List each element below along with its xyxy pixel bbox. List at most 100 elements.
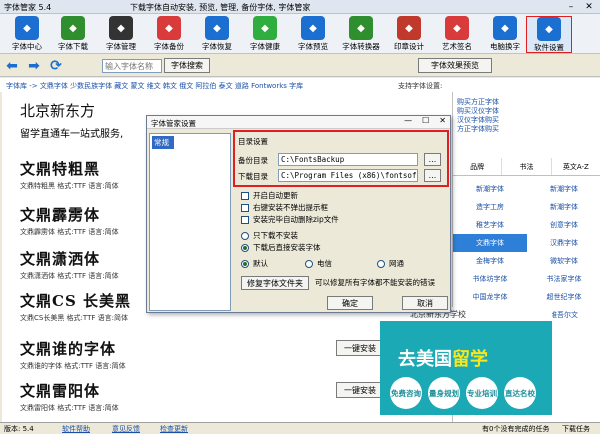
font-list-item[interactable]: 文鼎霹雳体 文鼎霹雳体 格式:TTF 语言:简体 (20, 204, 150, 237)
minimize-icon[interactable]: – (562, 0, 580, 13)
dialog-maximize-icon[interactable]: ☐ (422, 116, 429, 125)
brand-link[interactable]: 汉鼎字体 (527, 234, 600, 252)
brand-grid-row: 中国龙字体 超世纪字体 (453, 288, 600, 306)
category-tab[interactable]: 英文A-Z (552, 158, 600, 175)
radio-net-telecom[interactable]: 电信 (305, 258, 332, 269)
brand-link[interactable]: 超世纪字体 (527, 288, 600, 306)
fix-font-folder-button[interactable]: 修复字体文件夹 (241, 276, 309, 290)
category-general[interactable]: 常规 (152, 136, 174, 149)
brand-link[interactable]: 书法家字体 (527, 270, 600, 288)
toolbar-signature-button[interactable]: ◆ 艺术签名 (434, 16, 480, 53)
toolbar-seal-button[interactable]: ◆ 印章设计 (386, 16, 432, 53)
backup-dir-label: 备份目录 (238, 156, 268, 165)
font-list-item[interactable]: 文鼎雷阳体 文鼎雷阳体 格式:TTF 语言:简体 (20, 380, 150, 413)
banner-circle: 专业培训 (466, 377, 498, 409)
option-delete-zip[interactable]: 安装完毕自动删除zip文件 (241, 214, 339, 225)
feedback-link[interactable]: 意见反馈 (112, 424, 140, 434)
auto-update-checkbox[interactable] (241, 191, 249, 200)
toolbar-label: 字体管理 (106, 42, 136, 51)
download-tasks-button[interactable]: 下载任务 (562, 424, 590, 434)
preview-effect-button[interactable]: 字体效果预览 (418, 58, 492, 73)
brand-link[interactable]: 文鼎字体 (453, 234, 527, 252)
purchase-link[interactable]: 购买方正字体 (457, 98, 499, 107)
toolbar-preview-button[interactable]: ◆ 字体预览 (290, 16, 336, 53)
brand-link[interactable]: 中国龙字体 (453, 288, 527, 306)
radio-download-only[interactable]: 只下载不安装 (241, 230, 298, 241)
brand-link[interactable]: 微软字体 (527, 252, 600, 270)
brand-link[interactable]: 新潮字体 (453, 180, 527, 198)
toolbar-home-button[interactable]: ◆ 字体中心 (4, 16, 50, 53)
radio-net-default[interactable]: 默认 (241, 258, 268, 269)
font-sample: 文鼎谁的字体 (20, 340, 117, 358)
toolbar-font-manage-button[interactable]: ◆ 字体管理 (98, 16, 144, 53)
restore-icon: ◆ (205, 16, 229, 40)
brand-link[interactable]: 造字工房 (453, 198, 527, 216)
cancel-button[interactable]: 取消 (402, 296, 448, 310)
toolbar-restore-button[interactable]: ◆ 字体恢复 (194, 16, 240, 53)
back-arrow-icon[interactable]: ⬅ (4, 58, 20, 74)
brand-grid-row: 造字工房 新潮字体 (453, 198, 600, 216)
backup-browse-button[interactable]: ... (424, 153, 441, 166)
toolbar-convert-button[interactable]: ◆ 字体转换器 (338, 16, 384, 53)
font-list-item[interactable]: 文鼎谁的字体 文鼎谁的字体 格式:TTF 语言:简体 (20, 338, 150, 371)
gear-icon: ◆ (537, 17, 561, 41)
category-tab[interactable]: 品牌 (453, 158, 503, 175)
net-default-radio[interactable] (241, 259, 249, 268)
toolbar-label: 字体恢复 (202, 42, 232, 51)
brand-link[interactable]: 书体坊字体 (453, 270, 527, 288)
download-browse-button[interactable]: ... (424, 169, 441, 182)
search-input[interactable] (102, 59, 162, 73)
option-no-prompt[interactable]: 右键安装不弹出提示框 (241, 202, 328, 213)
option-auto-update[interactable]: 开启自动更新 (241, 190, 298, 201)
download-dir-field[interactable]: C:\Program Files (x86)\fontsoft\d (278, 169, 418, 182)
toolbar-label: 印章设计 (394, 42, 424, 51)
forward-arrow-icon[interactable]: ➡ (26, 58, 42, 74)
study-abroad-banner[interactable]: 北京新东方学校 去美国留学 免费咨询 量身规划 专业培训 直达名校 (380, 307, 552, 415)
signature-icon: ◆ (445, 16, 469, 40)
banner-headline: 去美国留学 (398, 345, 488, 371)
ad-block[interactable]: 北京新东方 留学直通车一站式服务, (20, 100, 123, 140)
net-telecom-radio[interactable] (305, 259, 313, 268)
refresh-icon[interactable]: ⟳ (48, 58, 64, 74)
install-button[interactable]: 一键安装 (336, 340, 384, 356)
download-install-radio[interactable] (241, 243, 249, 252)
brand-link[interactable]: 金梅字体 (453, 252, 527, 270)
help-link[interactable]: 软件帮助 (62, 424, 90, 434)
font-list-item[interactable]: 文鼎潇洒体 文鼎潇洒体 格式:TTF 语言:简体 (20, 248, 150, 281)
purchase-link[interactable]: 购买汉仪字体 (457, 107, 499, 116)
radio-download-install[interactable]: 下载后直接安装字体 (241, 242, 321, 253)
ad-subtitle: 留学直通车一站式服务, (20, 129, 124, 140)
font-list-item[interactable]: 文鼎CS 长美黑 文鼎CS长美黑 格式:TTF 语言:简体 (20, 290, 150, 323)
font-list-item[interactable]: 文鼎特粗黑 文鼎特粗黑 格式:TTF 语言:简体 (20, 158, 150, 191)
toolbar-download-button[interactable]: ◆ 字体下载 (50, 16, 96, 53)
check-update-link[interactable]: 检查更新 (160, 424, 188, 434)
category-tab[interactable]: 书法 (502, 158, 552, 175)
delete-zip-checkbox[interactable] (241, 215, 249, 224)
dialog-minimize-icon[interactable]: — (404, 116, 412, 125)
backup-dir-field[interactable]: C:\FontsBackup (278, 153, 418, 166)
toolbar-gear-button[interactable]: ◆ 软件设置 (526, 16, 572, 53)
net-cnc-radio[interactable] (377, 259, 385, 268)
net-default-label: 默认 (253, 259, 268, 268)
no-prompt-checkbox[interactable] (241, 203, 249, 212)
dialog-close-icon[interactable]: ✕ (439, 116, 446, 125)
purchase-link[interactable]: 方正字体购买 (457, 125, 499, 134)
toolbar-computer-button[interactable]: ◆ 电脑换字 (482, 16, 528, 53)
brand-link[interactable]: 稚艺字体 (453, 216, 527, 234)
install-button[interactable]: 一键安装 (336, 382, 384, 398)
directory-group-title: 目录设置 (238, 137, 268, 146)
toolbar-health-button[interactable]: ◆ 字体健康 (242, 16, 288, 53)
category-links-text[interactable]: 字体库 -> 文鼎字体 少数民族字体 藏文 蒙文 维文 韩文 俄文 阿拉伯 泰文… (6, 81, 303, 91)
brand-link[interactable]: 新潮字体 (527, 198, 600, 216)
download-only-radio[interactable] (241, 231, 249, 240)
toolbar-label: 字体转换器 (342, 42, 380, 51)
purchase-link[interactable]: 汉仪字体购买 (457, 116, 499, 125)
close-icon[interactable]: ✕ (580, 0, 598, 13)
toolbar-backup-button[interactable]: ◆ 字体备份 (146, 16, 192, 53)
radio-net-cnc[interactable]: 网通 (377, 258, 404, 269)
ok-button[interactable]: 确定 (327, 296, 373, 310)
font-search-button[interactable]: 字体搜索 (164, 58, 210, 73)
brand-link[interactable]: 新潮字体 (527, 180, 600, 198)
banner-circles: 免费咨询 量身规划 专业培训 直达名校 (390, 377, 536, 409)
brand-link[interactable]: 创意字体 (527, 216, 600, 234)
